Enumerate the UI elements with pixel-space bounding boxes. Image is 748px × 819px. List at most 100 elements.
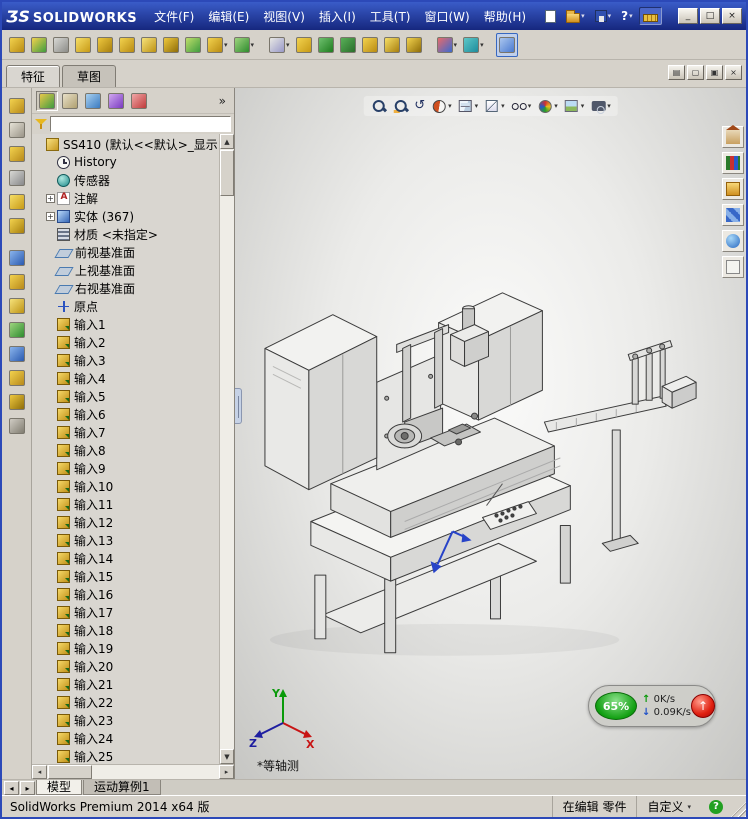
status-help-icon[interactable]: ?	[709, 799, 723, 814]
design-library-icon[interactable]	[722, 152, 744, 174]
close-doc-icon[interactable]: ×	[725, 65, 742, 80]
tree-item[interactable]: 输入6	[32, 405, 219, 423]
tree-item[interactable]: History	[32, 153, 219, 171]
tree-item[interactable]: 输入18	[32, 621, 219, 639]
minimize-button[interactable]: _	[678, 8, 698, 24]
tree-item[interactable]: 输入5	[32, 387, 219, 405]
sketch-tool-icon[interactable]	[4, 94, 30, 118]
tree-vertical-scrollbar[interactable]: ▲ ▼	[219, 134, 234, 764]
tab-sketch[interactable]: 草图	[62, 65, 117, 87]
scale-tool-icon[interactable]	[495, 32, 518, 57]
view-layout-icon[interactable]	[4, 246, 30, 270]
previous-view-icon[interactable]: ↺	[412, 97, 427, 115]
menu-item-7[interactable]: 帮助(H)	[477, 2, 533, 30]
history-tool-icon[interactable]	[403, 33, 425, 57]
library-tool-icon[interactable]	[337, 33, 359, 57]
view-orientation-icon[interactable]: ▾	[456, 97, 481, 115]
export-tool-icon[interactable]	[160, 33, 182, 57]
database-tool-icon[interactable]	[381, 33, 403, 57]
tree-item[interactable]: 前视基准面	[32, 243, 219, 261]
folder-tool-icon[interactable]	[138, 33, 160, 57]
tree-item[interactable]: 输入2	[32, 333, 219, 351]
vertical-scroll-thumb[interactable]	[220, 150, 234, 196]
tab-model[interactable]: 模型	[36, 780, 83, 795]
restore-doc-icon[interactable]: ▣	[706, 65, 723, 80]
tree-item[interactable]: 输入3	[32, 351, 219, 369]
tree-item[interactable]: 输入21	[32, 675, 219, 693]
panel-splitter-handle[interactable]	[235, 388, 242, 424]
view-palette-icon[interactable]	[722, 204, 744, 226]
horizontal-scroll-thumb[interactable]	[48, 765, 92, 779]
configurationmanager-icon[interactable]	[82, 91, 104, 111]
file-explorer-icon[interactable]	[722, 178, 744, 200]
menu-item-3[interactable]: 视图(V)	[256, 2, 312, 30]
zoom-area-icon[interactable]	[390, 97, 410, 115]
scroll-left-icon[interactable]: ◂	[32, 765, 47, 779]
render-tool-icon[interactable]: ▾	[434, 33, 461, 57]
scroll-up-icon[interactable]: ▲	[220, 134, 234, 149]
custom-properties-icon[interactable]	[722, 256, 744, 278]
tab-features[interactable]: 特征	[6, 65, 61, 87]
section-view-icon[interactable]: ▾	[429, 97, 454, 115]
tree-item[interactable]: 输入4	[32, 369, 219, 387]
tree-item[interactable]: 材质 <未指定>	[32, 225, 219, 243]
units-selector[interactable]: 自定义 ▾	[636, 796, 701, 817]
tree-item[interactable]: 输入22	[32, 693, 219, 711]
box-tool-icon[interactable]	[116, 33, 138, 57]
rotate-tool-icon[interactable]: ▾	[460, 33, 487, 57]
annotation-tool-icon[interactable]	[4, 190, 30, 214]
tree-item[interactable]: 输入16	[32, 585, 219, 603]
tile-windows-icon[interactable]: ▤	[668, 65, 685, 80]
cylinder-tool-icon[interactable]	[359, 33, 381, 57]
alarm-tool-icon[interactable]	[72, 33, 94, 57]
tree-item[interactable]: 输入12	[32, 513, 219, 531]
menu-item-4[interactable]: 插入(I)	[312, 2, 363, 30]
tree-item[interactable]: 输入1	[32, 315, 219, 333]
tab-motion-study[interactable]: 运动算例1	[83, 780, 161, 795]
tree-item[interactable]: 输入15	[32, 567, 219, 585]
view-settings-icon[interactable]: ▾	[588, 97, 613, 115]
sheet-format-icon[interactable]	[4, 142, 30, 166]
displaymanager-icon[interactable]	[128, 91, 150, 111]
propertymanager-icon[interactable]	[59, 91, 81, 111]
featuremanager-tree-icon[interactable]	[36, 90, 58, 111]
flag-tool-icon[interactable]	[315, 33, 337, 57]
weldment-tool-icon[interactable]	[4, 342, 30, 366]
tree-item[interactable]: + 注解	[32, 189, 219, 207]
resize-grip[interactable]	[731, 802, 746, 817]
dimxpertmanager-icon[interactable]	[105, 91, 127, 111]
tree-item[interactable]: 原点	[32, 297, 219, 315]
help-icon[interactable]: ? ▾	[617, 6, 636, 26]
scroll-right-icon[interactable]: ▸	[219, 765, 234, 779]
tree-item[interactable]: + 实体 (367)	[32, 207, 219, 225]
tree-item[interactable]: 输入7	[32, 423, 219, 441]
filter-input[interactable]	[50, 116, 231, 132]
open-document-icon[interactable]: ▾	[562, 7, 589, 26]
tree-item[interactable]: 输入25	[32, 747, 219, 764]
tree-item[interactable]: 输入20	[32, 657, 219, 675]
tree-item[interactable]: 右视基准面	[32, 279, 219, 297]
solidworks-resources-icon[interactable]	[722, 125, 744, 148]
tree-item[interactable]: 输入9	[32, 459, 219, 477]
expander-icon[interactable]: +	[46, 211, 55, 221]
tree-item[interactable]: 输入23	[32, 711, 219, 729]
tree-item[interactable]: 输入11	[32, 495, 219, 513]
menu-item-5[interactable]: 工具(T)	[363, 2, 418, 30]
close-button[interactable]: ×	[722, 8, 742, 24]
boost-button[interactable]: ↑	[690, 694, 715, 718]
appearances-icon[interactable]	[722, 230, 744, 252]
pattern-tool-icon[interactable]: ▾	[266, 33, 293, 57]
machine-model[interactable]	[235, 88, 746, 779]
menu-item-1[interactable]: 文件(F)	[147, 2, 201, 30]
hide-show-icon[interactable]: ▾	[509, 97, 534, 115]
tree-item[interactable]: 输入19	[32, 639, 219, 657]
datum-tool-icon[interactable]	[4, 390, 30, 414]
menu-item-6[interactable]: 窗口(W)	[417, 2, 476, 30]
screen-capture-icon[interactable]	[6, 33, 28, 57]
tree-item[interactable]: 输入24	[32, 729, 219, 747]
surface-tool-icon[interactable]	[4, 318, 30, 342]
maximize-button[interactable]: □	[700, 8, 720, 24]
list-tool-icon[interactable]: ▾	[204, 33, 231, 57]
featuremanager-overflow-button[interactable]: »	[215, 94, 230, 108]
edit-appearance-icon[interactable]: ▾	[535, 97, 560, 115]
